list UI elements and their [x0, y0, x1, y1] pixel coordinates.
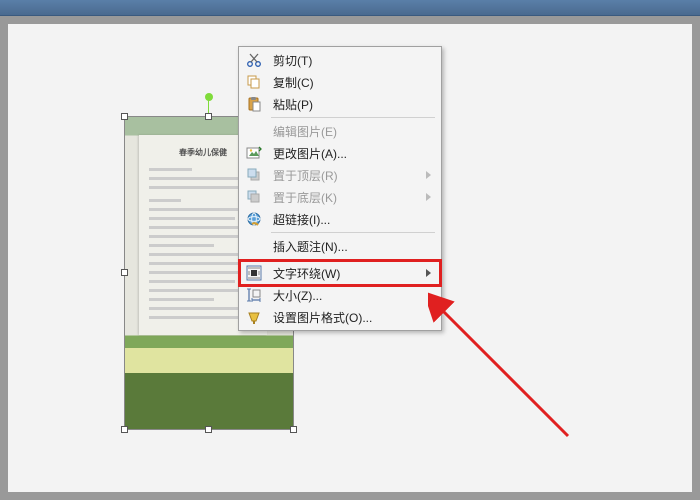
copy-icon: [246, 74, 262, 90]
menu-item-bring-to-front: 置于顶层(R): [241, 164, 439, 186]
hyperlink-icon: [246, 211, 262, 227]
rotate-handle[interactable]: [205, 93, 213, 101]
menu-item-copy[interactable]: 复制(C): [241, 71, 439, 93]
menu-item-paste[interactable]: 粘贴(P): [241, 93, 439, 115]
paste-icon: [246, 96, 262, 112]
send-back-icon: [246, 189, 262, 205]
context-menu: 剪切(T) 复制(C) 粘贴(P) 编辑图片(E) 更改图片(A)... 置于顶…: [238, 46, 442, 331]
text-wrap-icon: [246, 265, 262, 281]
menu-label: 设置图片格式(O)...: [267, 309, 433, 326]
menu-label: 置于底层(K): [267, 189, 426, 206]
resize-handle-se[interactable]: [290, 426, 297, 433]
menu-item-format-picture[interactable]: 设置图片格式(O)...: [241, 306, 439, 328]
menu-separator: [271, 117, 435, 118]
menu-label: 剪切(T): [267, 52, 433, 69]
resize-handle-w[interactable]: [121, 269, 128, 276]
menu-label: 文字环绕(W): [267, 265, 426, 282]
submenu-arrow-icon: [426, 269, 431, 277]
size-icon: [246, 287, 262, 303]
menu-label: 大小(Z)...: [267, 287, 433, 304]
menu-item-change-picture[interactable]: 更改图片(A)...: [241, 142, 439, 164]
menu-item-cut[interactable]: 剪切(T): [241, 49, 439, 71]
bring-front-icon: [246, 167, 262, 183]
menu-separator: [271, 259, 435, 260]
change-picture-icon: [246, 145, 262, 161]
menu-label: 编辑图片(E): [267, 123, 433, 140]
annotation-arrow: [428, 256, 628, 456]
menu-separator: [271, 232, 435, 233]
menu-label: 插入题注(N)...: [267, 238, 433, 255]
menu-label: 超链接(I)...: [267, 211, 433, 228]
submenu-arrow-icon: [426, 171, 431, 179]
menu-item-send-to-back: 置于底层(K): [241, 186, 439, 208]
document-canvas[interactable]: 春季幼儿保健: [8, 24, 692, 492]
menu-label: 置于顶层(R): [267, 167, 426, 184]
menu-item-size[interactable]: 大小(Z)...: [241, 284, 439, 306]
resize-handle-nw[interactable]: [121, 113, 128, 120]
menu-item-text-wrapping[interactable]: 文字环绕(W): [241, 262, 439, 284]
menu-item-edit-picture: 编辑图片(E): [241, 120, 439, 142]
title-bar: [0, 0, 700, 16]
menu-label: 粘贴(P): [267, 96, 433, 113]
menu-item-insert-caption[interactable]: 插入题注(N)...: [241, 235, 439, 257]
format-picture-icon: [246, 309, 262, 325]
resize-handle-n[interactable]: [205, 113, 212, 120]
menu-label: 复制(C): [267, 74, 433, 91]
scissors-icon: [246, 52, 262, 68]
resize-handle-s[interactable]: [205, 426, 212, 433]
menu-label: 更改图片(A)...: [267, 145, 433, 162]
resize-handle-sw[interactable]: [121, 426, 128, 433]
submenu-arrow-icon: [426, 193, 431, 201]
menu-item-hyperlink[interactable]: 超链接(I)...: [241, 208, 439, 230]
